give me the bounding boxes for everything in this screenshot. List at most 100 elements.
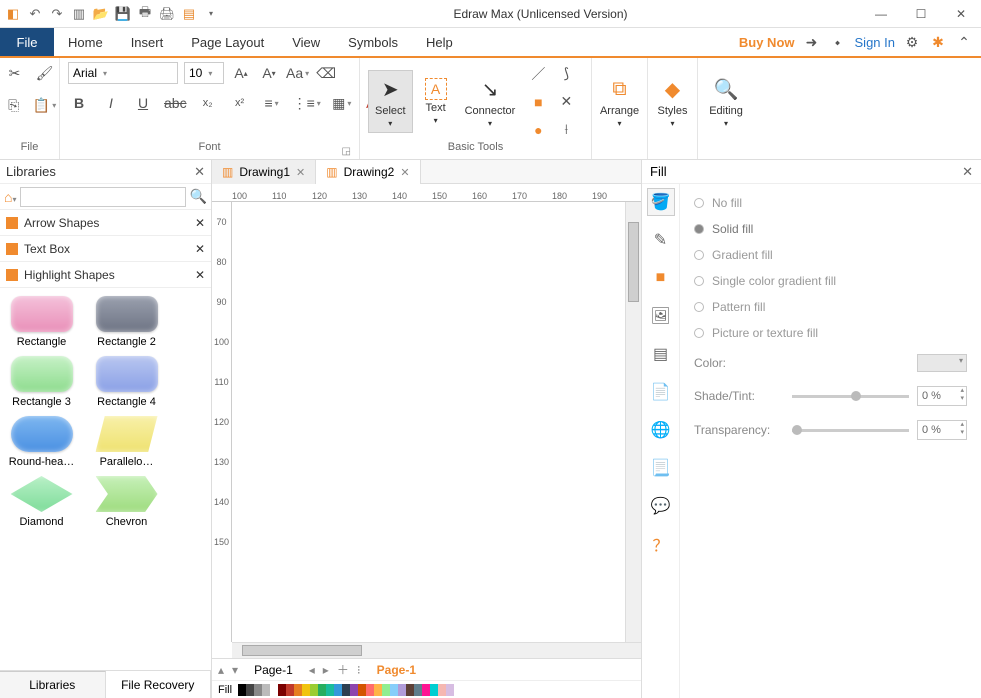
library-search-icon[interactable]: 🔍 [190,188,207,205]
text-tool-button[interactable]: A Text▾ [419,74,453,129]
tab-home[interactable]: Home [54,28,117,58]
shade-value-input[interactable]: 0 %▴▾ [917,386,967,406]
scrollbar-horizontal[interactable] [232,642,641,658]
cut-icon[interactable]: ✂ [4,62,26,84]
tab-document-icon[interactable]: 📄 [647,378,675,406]
tab-comment-icon[interactable]: 💬 [647,492,675,520]
close-libraries-icon[interactable]: ✕ [194,164,205,180]
page-menu-icon[interactable]: ⁝ [357,663,361,677]
shape-item[interactable]: Chevron [89,476,164,528]
fill-option[interactable]: Gradient fill [694,248,967,262]
line-spacing-icon[interactable]: ≡▾ [261,92,283,114]
crop-tool-icon[interactable]: ✕ [555,91,577,113]
color-picker[interactable] [917,354,967,372]
buy-now-link[interactable]: Buy Now [739,35,795,50]
product-hub-icon[interactable]: ✱ [929,33,947,51]
font-name-combo[interactable]: Arial▾ [68,62,178,84]
shape-item[interactable]: Diamond [4,476,79,528]
doc-tab-2[interactable]: ▥Drawing2✕ [316,160,420,184]
fill-option[interactable]: Single color gradient fill [694,274,967,288]
minimize-button[interactable]: — [861,0,901,28]
buy-arrow-icon[interactable]: ➜ [803,33,821,51]
tab-picture-icon[interactable]: 🖼 [647,302,675,330]
close-tab-icon[interactable]: ✕ [400,166,409,179]
page-tab-1[interactable]: Page-1 [246,663,301,677]
case-icon[interactable]: Aa▾ [286,62,309,84]
bottom-tab-libraries[interactable]: Libraries [0,671,106,698]
tab-line-pen-icon[interactable]: ✎ [647,226,675,254]
subscript-icon[interactable]: x₂ [197,92,219,114]
page-down-icon[interactable]: ▾ [232,663,238,677]
line-tool-icon[interactable]: ／ [527,63,549,85]
bold-icon[interactable]: B [68,92,90,114]
page-prev-icon[interactable]: ◂ [309,663,315,677]
export-icon[interactable]: ▤ [180,5,198,23]
close-button[interactable]: ✕ [941,0,981,28]
shade-slider[interactable] [792,395,909,398]
tab-view[interactable]: View [278,28,334,56]
redo-icon[interactable]: ↷ [48,5,66,23]
tab-page-icon[interactable]: 📃 [647,454,675,482]
maximize-button[interactable]: ☐ [901,0,941,28]
doc-tab-1[interactable]: ▥Drawing1✕ [212,160,316,184]
save-all-icon[interactable]: 🖶 [136,5,154,23]
add-page-icon[interactable]: ＋ [337,661,349,678]
connector-tool-button[interactable]: ↘ Connector▾ [459,71,522,132]
print-icon[interactable]: 🖨 [158,5,176,23]
close-tab-icon[interactable]: ✕ [296,166,305,179]
rect-tool-icon[interactable]: ■ [527,91,549,113]
tab-fill-bucket-icon[interactable]: 🪣 [647,188,675,216]
close-fill-panel-icon[interactable]: ✕ [962,164,973,180]
trim-tool-icon[interactable]: ⟊ [555,119,577,141]
libcat-highlight-shapes[interactable]: Highlight Shapes✕ [0,262,211,288]
fill-option[interactable]: Picture or texture fill [694,326,967,340]
page-next-icon[interactable]: ▸ [323,663,329,677]
underline-icon[interactable]: U [132,92,154,114]
libcat-arrow-shapes[interactable]: Arrow Shapes✕ [0,210,211,236]
save-icon[interactable]: 💾 [114,5,132,23]
library-search-input[interactable] [20,187,185,207]
font-dialog-launcher-icon[interactable]: ◲ [342,146,351,157]
shape-item[interactable]: Rectangle [4,296,79,348]
tab-help[interactable]: Help [412,28,467,56]
scrollbar-vertical[interactable] [625,202,641,642]
new-icon[interactable]: ▥ [70,5,88,23]
tab-insert[interactable]: Insert [117,28,178,56]
increase-font-icon[interactable]: A▴ [230,62,252,84]
arc-tool-icon[interactable]: ⟆ [555,63,577,85]
bottom-tab-file-recovery[interactable]: File Recovery [106,671,212,698]
superscript-icon[interactable]: x² [229,92,251,114]
color-swatches[interactable] [238,684,454,696]
font-size-combo[interactable]: 10▾ [184,62,224,84]
highlight-icon[interactable]: ▦▾ [331,92,353,114]
ellipse-tool-icon[interactable]: ● [527,119,549,141]
shape-item[interactable]: Rectangle 2 [89,296,164,348]
fill-option[interactable]: Solid fill [694,222,967,236]
paste-icon[interactable]: 📋▾ [33,94,56,116]
styles-button[interactable]: ◆ Styles▾ [652,71,694,132]
arrange-button[interactable]: ⧉ Arrange▾ [594,71,645,132]
bullets-icon[interactable]: ⋮≡▾ [293,92,321,114]
share-icon[interactable]: ⬩ [829,33,847,51]
strike-icon[interactable]: abc [164,92,187,114]
shape-item[interactable]: Rectangle 4 [89,356,164,408]
fill-option[interactable]: Pattern fill [694,300,967,314]
tab-globe-icon[interactable]: 🌐 [647,416,675,444]
tab-shape-rect-icon[interactable]: ■ [647,264,675,292]
decrease-font-icon[interactable]: A▾ [258,62,280,84]
shape-item[interactable]: Parallelo… [89,416,164,468]
editing-button[interactable]: 🔍 Editing▾ [703,71,749,132]
tab-symbols[interactable]: Symbols [334,28,412,56]
tab-layers-icon[interactable]: ▤ [647,340,675,368]
format-painter-icon[interactable]: 🖌 [34,62,56,84]
undo-icon[interactable]: ↶ [26,5,44,23]
file-menu[interactable]: File [0,28,54,56]
transparency-value-input[interactable]: 0 %▴▾ [917,420,967,440]
qat-more-icon[interactable]: ▾ [202,5,220,23]
sign-in-link[interactable]: Sign In [855,35,895,50]
fill-option[interactable]: No fill [694,196,967,210]
italic-icon[interactable]: I [100,92,122,114]
tab-page-layout[interactable]: Page Layout [177,28,278,56]
page-up-icon[interactable]: ▴ [218,663,224,677]
transparency-slider[interactable] [792,429,909,432]
